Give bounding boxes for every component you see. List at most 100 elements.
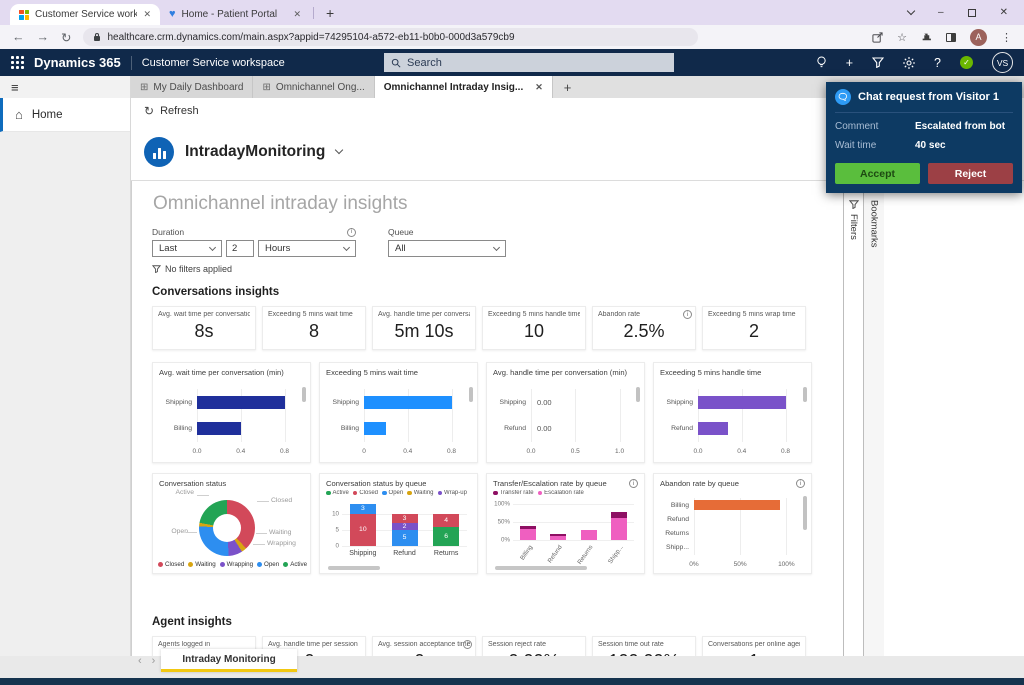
- x-category-label: Returns: [434, 550, 459, 557]
- dashboard-selector-chevron-icon[interactable]: [335, 146, 343, 154]
- segment: [581, 530, 597, 540]
- help-icon[interactable]: ?: [934, 56, 941, 70]
- user-avatar[interactable]: VS: [992, 52, 1013, 73]
- presence-available-icon[interactable]: ✓: [960, 56, 973, 69]
- kpi-value: 100.00%: [598, 651, 690, 656]
- duration-number-input[interactable]: [226, 240, 254, 257]
- bar-row: Shipping: [698, 389, 791, 416]
- pane-filters[interactable]: «Filters: [843, 181, 863, 656]
- scrollbar-thumb[interactable]: [636, 387, 640, 402]
- no-filters-label: No filters applied: [165, 264, 232, 274]
- tab-close-icon[interactable]: ✕: [143, 9, 151, 20]
- session-tab[interactable]: ⊞Omnichannel Ong...: [253, 76, 374, 98]
- info-icon[interactable]: i: [683, 310, 692, 319]
- browser-tab[interactable]: ♥Home - Patient Portal✕: [160, 4, 310, 25]
- new-session-tab-button[interactable]: +: [553, 76, 583, 98]
- segment: [520, 529, 536, 540]
- chart-card-abandon-rate-by-queue: Abandon rate by queuei0%50%100%BillingRe…: [653, 473, 812, 574]
- session-tab-label: Omnichannel Ong...: [276, 82, 365, 93]
- scrollbar-thumb[interactable]: [803, 387, 807, 402]
- info-icon[interactable]: i: [347, 228, 356, 237]
- filter-funnel-icon[interactable]: [872, 57, 884, 68]
- lightbulb-icon[interactable]: [816, 56, 827, 69]
- chart-card-transfer-escalation-rate: Transfer/Escalation rate by queueiTransf…: [486, 473, 645, 574]
- hamburger-icon[interactable]: ≡: [11, 80, 19, 95]
- browser-tab[interactable]: Customer Service workspace✕: [10, 4, 160, 25]
- duration-unit-select[interactable]: Hours: [258, 240, 356, 257]
- back-icon[interactable]: ←: [12, 30, 25, 44]
- browser-profile-avatar[interactable]: A: [970, 29, 987, 46]
- restore-icon[interactable]: [968, 9, 976, 17]
- side-panel-icon[interactable]: [946, 33, 956, 42]
- legend-dot: [407, 491, 412, 496]
- y-axis-tick: 0%: [501, 537, 510, 544]
- refresh-icon: ↻: [144, 104, 154, 118]
- duration-mode-select[interactable]: Last: [152, 240, 222, 257]
- scrollbar-thumb[interactable]: [302, 387, 306, 402]
- share-icon[interactable]: [872, 32, 883, 43]
- new-tab-button[interactable]: +: [317, 5, 343, 21]
- scrollbar-thumb[interactable]: [328, 566, 380, 570]
- no-filters-applied[interactable]: No filters applied: [152, 264, 843, 274]
- bar-row: Billing: [694, 498, 791, 512]
- chat-detail-label: Comment: [835, 121, 915, 132]
- kpi-label: Exceeding 5 mins handle time: [488, 311, 580, 318]
- browser-menu-icon[interactable]: ⋮: [1001, 31, 1012, 44]
- tab-close-icon[interactable]: ✕: [293, 9, 301, 20]
- y-axis-tick: 5: [336, 526, 339, 533]
- session-tab[interactable]: ⊞My Daily Dashboard: [131, 76, 253, 98]
- legend-item: Waiting: [188, 561, 215, 568]
- waffle-icon[interactable]: [11, 56, 24, 69]
- x-category-label: Shipp...: [607, 544, 625, 565]
- info-icon[interactable]: i: [629, 479, 638, 488]
- kpi-label: Avg. handle time per conversati...: [378, 311, 470, 318]
- kpi-card: Avg. wait time per conversation8s: [152, 306, 256, 350]
- chevron-down-icon[interactable]: [907, 7, 915, 15]
- bookmark-star-icon[interactable]: ☆: [897, 31, 907, 44]
- close-icon[interactable]: ✕: [1000, 7, 1008, 18]
- x-axis-tick: 0.4: [737, 448, 746, 455]
- chat-request-popup: 🗨 Chat request from Visitor 1 CommentEsc…: [826, 82, 1022, 193]
- tab-close-icon[interactable]: ✕: [535, 82, 543, 93]
- legend-label: Waiting: [414, 490, 434, 496]
- chart-row-2: Conversation statusActiveClosedOpenWaiti…: [152, 473, 843, 574]
- legend-item: Wrap-up: [438, 490, 467, 496]
- reject-button[interactable]: Reject: [928, 163, 1013, 184]
- refresh-button[interactable]: Refresh: [160, 105, 199, 117]
- kpi-label: Exceeding 5 mins wrap time: [708, 311, 800, 318]
- plus-icon[interactable]: +: [846, 56, 853, 70]
- address-field[interactable]: healthcare.crm.dynamics.com/main.aspx?ap…: [83, 28, 698, 46]
- legend-dot: [158, 562, 163, 567]
- sidebar-body: [0, 132, 130, 656]
- gear-icon[interactable]: [903, 57, 915, 69]
- favicon-square: [25, 10, 30, 15]
- previous-page-icon[interactable]: ‹: [134, 655, 146, 667]
- extensions-icon[interactable]: [921, 32, 932, 43]
- bar-row: Shipping0.00: [531, 389, 624, 416]
- scrollbar-thumb[interactable]: [803, 496, 807, 530]
- info-icon[interactable]: i: [796, 479, 805, 488]
- report-page-bar: ‹ › Intraday Monitoring: [134, 648, 297, 673]
- favicon-square: [19, 15, 24, 20]
- plot-area: 0.00.40.8ShippingRefund: [698, 389, 791, 442]
- forward-icon[interactable]: →: [37, 30, 50, 44]
- next-page-icon[interactable]: ›: [148, 655, 160, 667]
- report-page-tab[interactable]: Intraday Monitoring: [161, 649, 296, 672]
- chat-detail-value: 40 sec: [915, 140, 946, 151]
- minimize-icon[interactable]: –: [938, 7, 944, 18]
- scrollbar-thumb[interactable]: [469, 387, 473, 402]
- session-tab[interactable]: Omnichannel Intraday Insig...✕: [375, 76, 553, 98]
- kpi-card: Exceeding 5 mins wait time8: [262, 306, 366, 350]
- scrollbar-thumb[interactable]: [495, 566, 587, 570]
- pane-bookmarks[interactable]: «Bookmarks: [863, 181, 884, 656]
- chart-header: Exceeding 5 mins wait time: [326, 368, 471, 377]
- queue-select[interactable]: All: [388, 240, 506, 257]
- sidebar-item-home[interactable]: ⌂ Home: [0, 98, 130, 132]
- global-search-input[interactable]: Search: [384, 53, 674, 72]
- reload-icon[interactable]: ↻: [61, 30, 71, 45]
- info-icon[interactable]: i: [463, 640, 472, 649]
- kpi-value: 0.00%: [488, 651, 580, 656]
- legend-dot: [283, 562, 288, 567]
- bar: [698, 396, 786, 409]
- accept-button[interactable]: Accept: [835, 163, 920, 184]
